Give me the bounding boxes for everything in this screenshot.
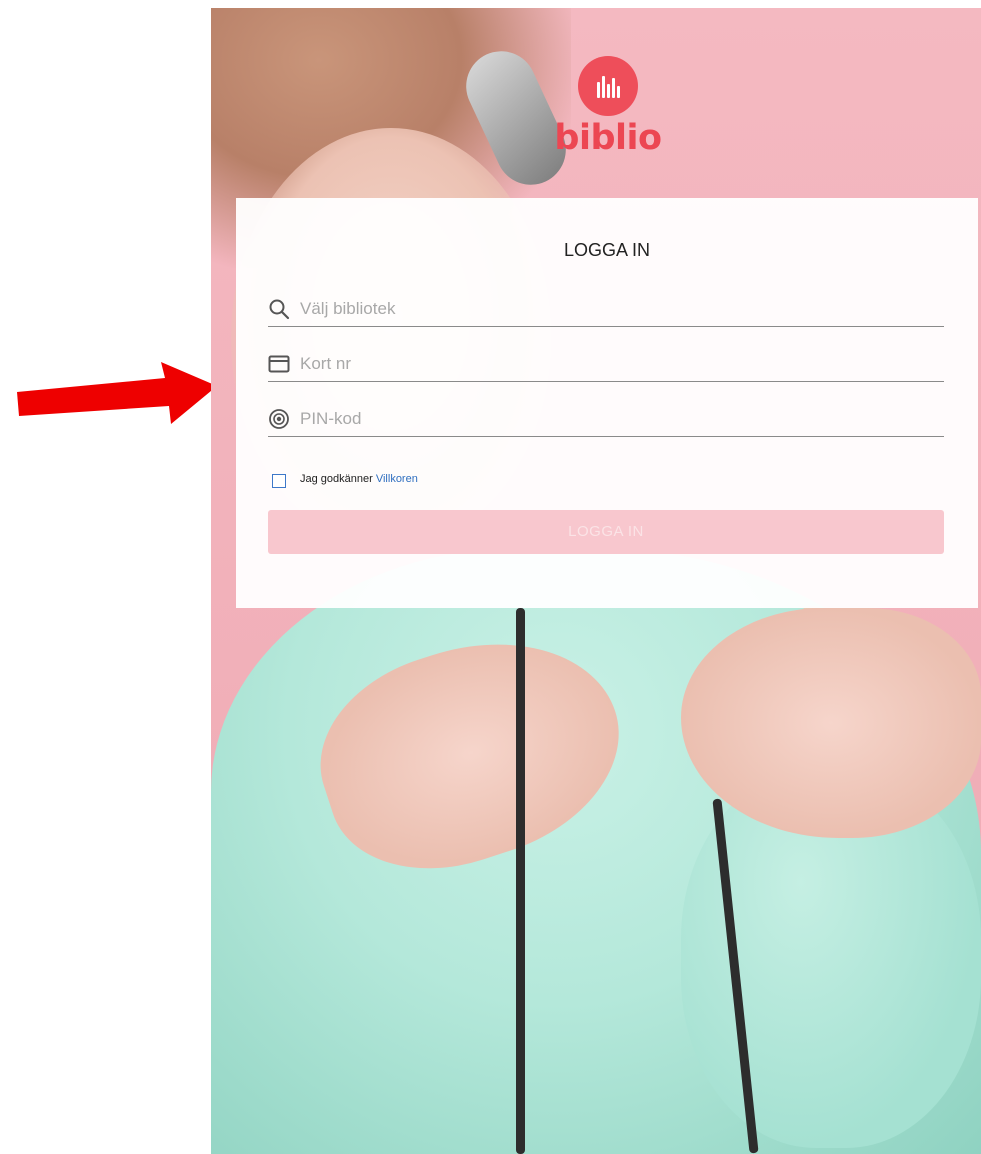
library-select-input[interactable] xyxy=(298,296,922,322)
annotation-arrow xyxy=(17,360,217,435)
pin-icon xyxy=(268,408,290,430)
terms-link[interactable]: Villkoren xyxy=(376,473,418,485)
card-icon xyxy=(268,353,290,375)
search-icon xyxy=(268,298,290,320)
login-title: LOGGA IN xyxy=(563,240,651,260)
card-number-input[interactable] xyxy=(298,351,922,377)
logo-wordmark: biblio xyxy=(554,118,662,158)
app-screen: biblio LOGGA IN Jag godkänner Villkoren xyxy=(211,8,981,1154)
login-card: LOGGA IN Jag godkänner Villkoren LOGGA I… xyxy=(236,198,978,608)
pin-input[interactable] xyxy=(298,406,922,432)
card-number-field[interactable] xyxy=(268,345,944,382)
login-button[interactable]: LOGGA IN xyxy=(268,510,944,554)
terms-text: Jag godkänner xyxy=(300,473,373,485)
terms-checkbox[interactable] xyxy=(272,474,286,488)
pin-field[interactable] xyxy=(268,400,944,437)
terms-label: Jag godkänner Villkoren xyxy=(300,473,418,485)
headphone-cable xyxy=(516,608,525,1154)
logo-bars-icon xyxy=(578,56,638,116)
biblio-logo: biblio xyxy=(553,56,663,158)
library-select-field[interactable] xyxy=(268,290,944,327)
